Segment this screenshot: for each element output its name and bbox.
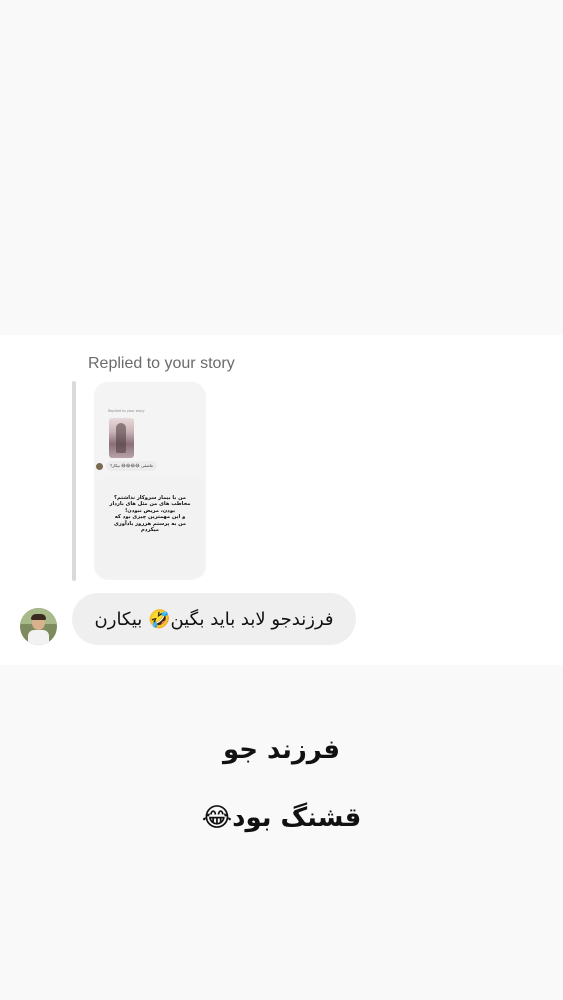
message-bubble[interactable]: فرزندجو لابد باید بگین🤣 بیکارن <box>72 593 356 645</box>
mini-replied-label: Replied to your story <box>108 409 145 413</box>
reply-quote-line <box>72 381 76 581</box>
sender-avatar[interactable] <box>20 608 57 645</box>
mini-avatar <box>96 463 103 470</box>
story-preview-thumbnail[interactable]: Replied to your story عاشقی 😂😂😂😂 بیکار؟ <box>94 382 206 580</box>
replied-to-story-label: Replied to your story <box>88 355 235 372</box>
caption-line-1: فرزند جو <box>222 735 341 765</box>
dm-card: Replied to your story Replied to your st… <box>0 335 563 665</box>
caption-line-2: قشنگ بود😂 <box>201 803 362 833</box>
mini-story-photo <box>109 418 134 458</box>
mini-reply-bubble: عاشقی 😂😂😂😂 بیکار؟ <box>106 461 158 471</box>
message-text: فرزندجو لابد باید بگین🤣 بیکارن <box>94 608 334 630</box>
mini-note-text: من با بیمار سروکار نداشتم؟ مخاطب های من … <box>109 495 191 534</box>
